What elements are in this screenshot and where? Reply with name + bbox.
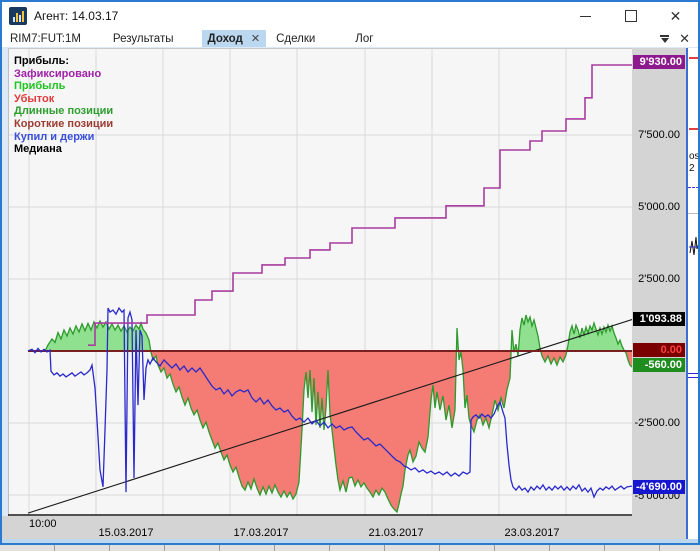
close-button[interactable]: ✕ xyxy=(653,2,698,30)
x-axis-label: 21.03.2017 xyxy=(368,527,424,539)
tab-label: RIM7:FUT:1M xyxy=(10,32,81,45)
y-axis-label: 5'000.00 xyxy=(638,201,680,213)
legend-item: Прибыль xyxy=(14,80,66,93)
mini-blue-dashed-line xyxy=(688,187,699,188)
window-bottom-frame xyxy=(2,539,698,543)
app-window: Агент: 14.03.17 ✕ RIM7:FUT:1M Результаты Д… xyxy=(0,0,700,545)
mini-blue-line xyxy=(688,377,700,378)
mini-text-fragment: 2 xyxy=(689,163,695,174)
y-axis-panel: 9'930.00 7'500.00 5'000.00 2'500.00 1'093.88… xyxy=(632,48,686,539)
tab-list-menu-icon[interactable] xyxy=(660,34,670,43)
legend-item: Медиана xyxy=(14,143,62,156)
tab-label: Сделки xyxy=(276,32,316,45)
x-axis-panel: 10:00 15.03.2017 17.03.2017 21.03.2017 23.03… xyxy=(2,516,686,539)
tab-bar: RIM7:FUT:1M Результаты Доход ✕ Сделки Лог ✕ xyxy=(2,30,698,47)
legend-title: Прибыль: xyxy=(14,55,69,67)
y-axis-label: 9'930.00 xyxy=(633,55,685,69)
tab-rim7-fut-1m[interactable]: RIM7:FUT:1M xyxy=(4,30,87,47)
legend-item: Короткие позиции xyxy=(14,117,114,130)
screen: Агент: 14.03.17 ✕ RIM7:FUT:1M Результаты Д… xyxy=(0,0,700,551)
chart-region: Прибыль: Зафиксировано Прибыль Убыток Длинн… xyxy=(2,47,700,539)
mini-gridline xyxy=(688,213,700,214)
mini-text-fragment: os xyxy=(689,151,700,162)
x-axis-label: 15.03.2017 xyxy=(98,527,154,539)
background-window-strip xyxy=(0,545,700,551)
tab-bar-tools: ✕ xyxy=(660,30,698,47)
mini-red-level-line xyxy=(689,57,699,59)
tab-strip-close-icon[interactable]: ✕ xyxy=(679,31,690,47)
minimize-button[interactable] xyxy=(563,2,608,30)
mini-candle-squiggle xyxy=(689,236,700,256)
mini-blue-line xyxy=(688,373,700,374)
chart-legend: Прибыль: Зафиксировано Прибыль Убыток Длинн… xyxy=(14,55,113,156)
y-axis-label: -560.00 xyxy=(633,358,685,372)
y-axis-label: 0.00 xyxy=(633,343,685,357)
tab-лог[interactable]: Лог xyxy=(349,30,379,47)
title-bar: Агент: 14.03.17 ✕ xyxy=(2,2,698,30)
tab-label: Лог xyxy=(355,32,374,45)
legend-item: Зафиксировано xyxy=(14,67,102,80)
tab-доход[interactable]: Доход ✕ xyxy=(201,30,267,47)
x-axis-label: 10:00 xyxy=(29,518,57,530)
y-axis-label: 1'093.88 xyxy=(633,312,685,326)
app-icon xyxy=(9,7,27,25)
legend-item: Длинные позиции xyxy=(14,105,114,118)
close-icon: ✕ xyxy=(669,7,682,24)
tab-label: Результаты xyxy=(112,32,174,45)
price-mini-panel: os 2 xyxy=(686,48,700,539)
x-axis-label: 17.03.2017 xyxy=(233,527,289,539)
window-buttons: ✕ xyxy=(563,2,698,30)
maximize-button[interactable] xyxy=(608,2,653,30)
y-axis-label: -4'690.00 xyxy=(633,480,685,494)
legend-item: Убыток xyxy=(14,92,55,105)
legend-item: Купил и держи xyxy=(14,130,95,143)
mini-red-level-line xyxy=(689,128,699,130)
y-axis-label: -2'500.00 xyxy=(634,417,680,429)
maximize-icon xyxy=(624,10,637,22)
minimize-icon xyxy=(580,15,591,17)
tab-сделки[interactable]: Сделки xyxy=(270,30,321,47)
tab-close-icon[interactable]: ✕ xyxy=(251,32,260,45)
tab-результаты[interactable]: Результаты xyxy=(107,30,180,47)
y-axis-label: 2'500.00 xyxy=(638,273,680,285)
window-title: Агент: 14.03.17 xyxy=(34,9,119,23)
y-axis-label: 7'500.00 xyxy=(638,129,680,141)
x-axis-label: 23.03.2017 xyxy=(504,527,560,539)
tab-label: Доход xyxy=(207,32,243,45)
